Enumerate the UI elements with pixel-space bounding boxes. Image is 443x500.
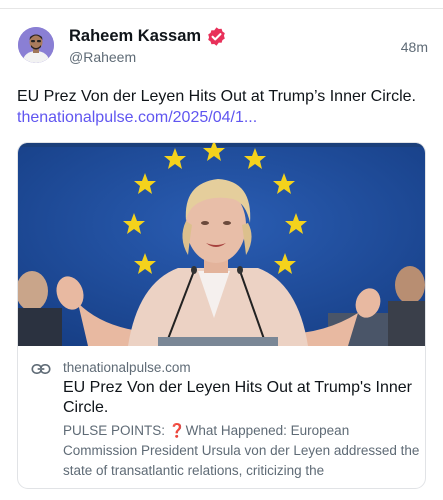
link-icon (31, 364, 51, 374)
link-preview-card[interactable]: thenationalpulse.com EU Prez Von der Ley… (17, 142, 426, 489)
post-timestamp[interactable]: 48m (401, 39, 428, 55)
eu-parliament-photo (18, 143, 425, 346)
post-link[interactable]: thenationalpulse.com/2025/04/1... (17, 109, 257, 126)
post-body: EU Prez Von der Leyen Hits Out at Trump’… (17, 88, 416, 105)
card-domain: thenationalpulse.com (63, 360, 191, 375)
card-description: PULSE POINTS: ❓What Happened: European C… (63, 423, 420, 478)
card-body: thenationalpulse.com EU Prez Von der Ley… (18, 346, 425, 488)
post-text: EU Prez Von der Leyen Hits Out at Trump’… (17, 86, 427, 128)
top-divider (0, 0, 443, 9)
verified-badge-icon (208, 27, 225, 46)
card-image (18, 143, 425, 346)
name-row: Raheem Kassam (69, 26, 227, 47)
profile-photo-icon (18, 27, 54, 63)
card-title: EU Prez Von der Leyen Hits Out at Trump'… (63, 379, 412, 416)
author-name[interactable]: Raheem Kassam (69, 27, 201, 46)
post-header: Raheem Kassam @Raheem 48m (18, 27, 428, 67)
author-handle[interactable]: @Raheem (69, 49, 136, 65)
avatar[interactable] (18, 27, 54, 63)
